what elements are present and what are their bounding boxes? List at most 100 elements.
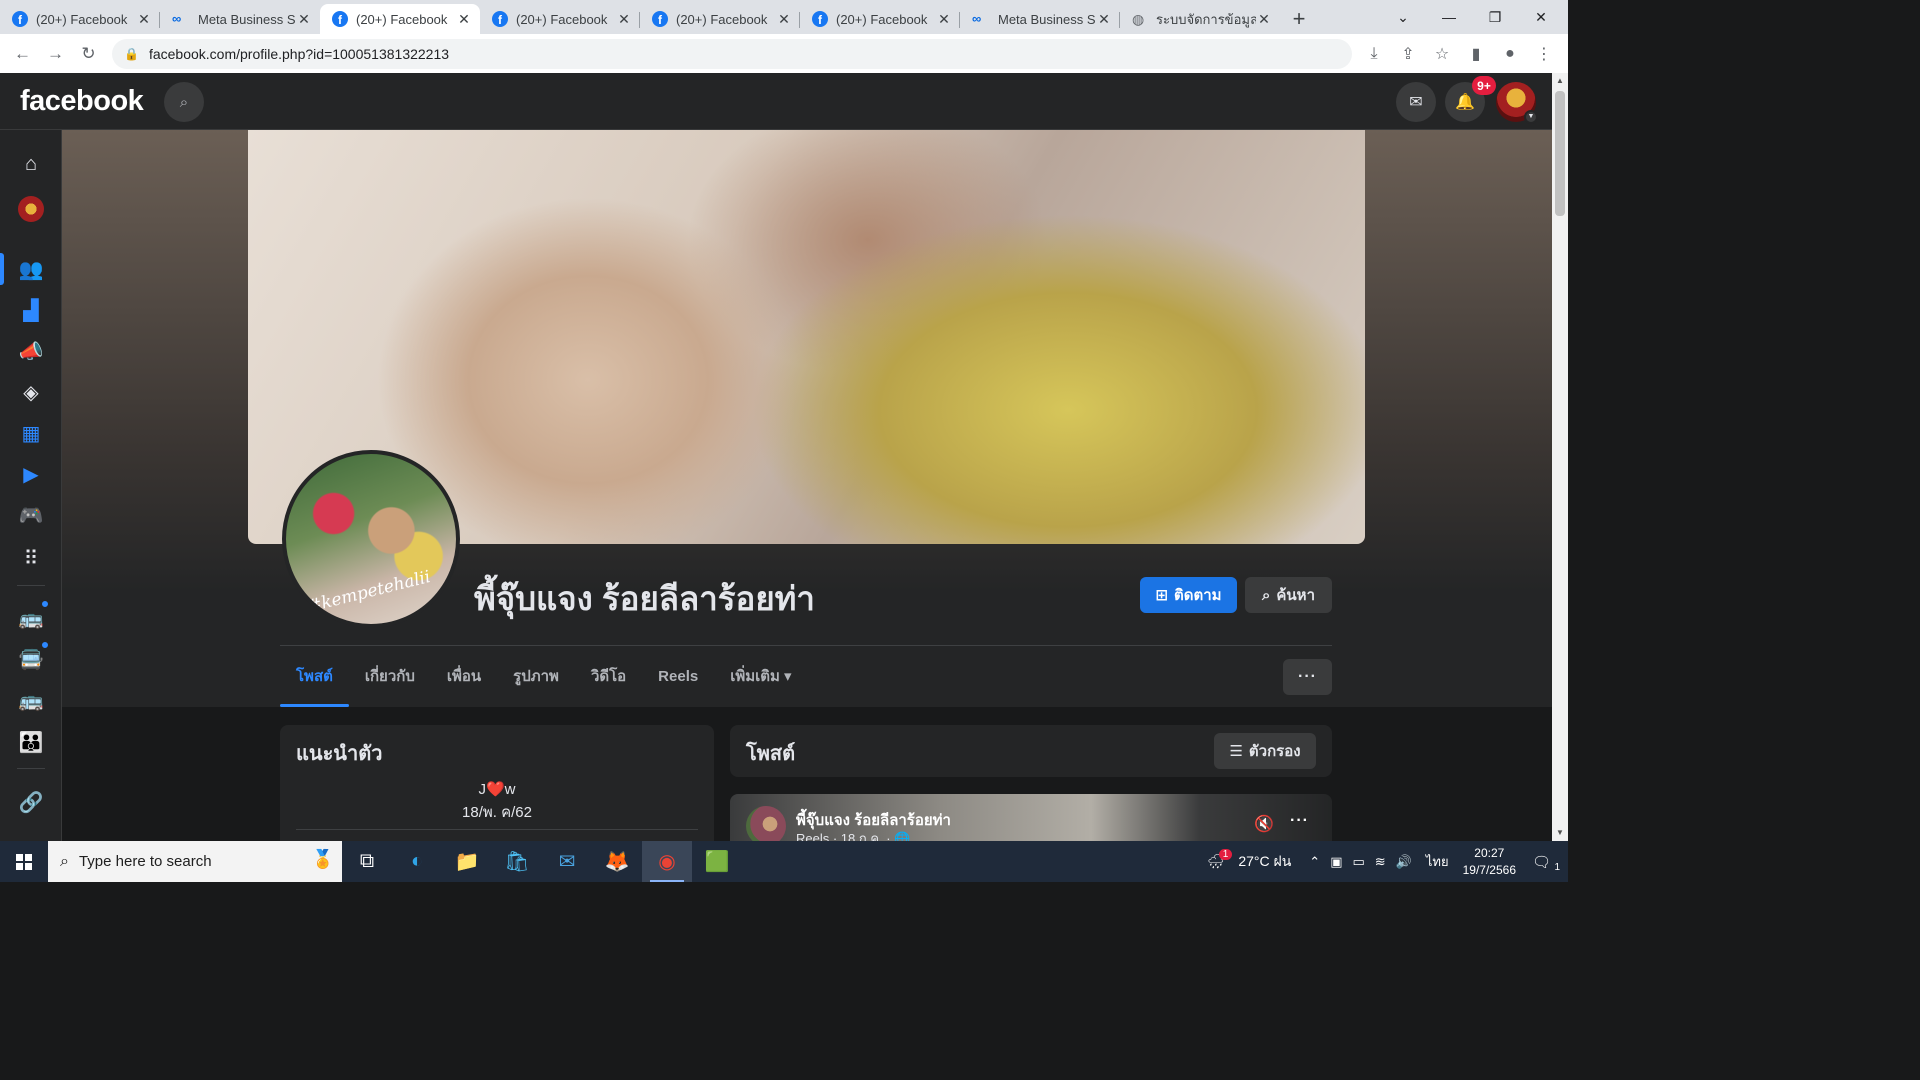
maximize-button[interactable]: ❐ — [1472, 0, 1518, 34]
taskbar-search-box[interactable]: ⌕ Type here to search 🏅 — [48, 841, 342, 882]
tab-friends[interactable]: เพื่อน — [431, 646, 497, 706]
profile-icon[interactable]: ● — [1500, 45, 1520, 63]
wifi-icon[interactable]: ≋ — [1375, 854, 1386, 870]
more-options-button[interactable]: ··· — [1283, 659, 1332, 695]
browser-tab-6[interactable]: f (20+) Facebook ✕ — [800, 4, 960, 34]
scroll-up-arrow[interactable]: ▲ — [1552, 73, 1568, 89]
chrome-icon[interactable]: ◉ — [642, 841, 692, 882]
shortcut-group-3-icon[interactable]: 🚌 — [15, 684, 47, 716]
facebook-logo[interactable]: facebook — [20, 85, 144, 118]
close-icon[interactable]: ✕ — [616, 11, 632, 28]
browser-tab-5[interactable]: f (20+) Facebook ✕ — [640, 4, 800, 34]
video-play-icon[interactable]: ▶ — [15, 458, 47, 490]
install-icon[interactable]: ⤓ — [1364, 45, 1384, 63]
tab-search-icon[interactable]: ⌄ — [1380, 0, 1426, 34]
line-app-icon[interactable]: 🟩 — [692, 841, 742, 882]
start-button[interactable] — [0, 841, 48, 882]
browser-tab-4[interactable]: f (20+) Facebook ✕ — [480, 4, 640, 34]
tab-reels[interactable]: Reels — [642, 646, 714, 706]
megaphone-icon[interactable]: 📣 — [15, 335, 47, 367]
browser-tab-8[interactable]: ◍ ระบบจัดการข้อมูล ✕ — [1120, 4, 1280, 34]
close-icon[interactable]: ✕ — [296, 11, 312, 28]
input-language[interactable]: ไทย — [1426, 851, 1449, 872]
tab-videos[interactable]: วิดีโอ — [575, 646, 642, 706]
apps-grid-icon[interactable]: ⠿ — [15, 542, 47, 574]
scroll-down-arrow[interactable]: ▼ — [1552, 825, 1568, 841]
lock-icon[interactable]: 🔒 — [124, 47, 139, 61]
close-icon[interactable]: ✕ — [456, 11, 472, 28]
minimize-button[interactable]: — — [1426, 0, 1472, 34]
edge-icon[interactable]: ◐ — [392, 841, 442, 882]
firefox-icon[interactable]: 🦊 — [592, 841, 642, 882]
close-icon[interactable]: ✕ — [936, 11, 952, 28]
profile-picture[interactable]: #kempetehalii — [282, 450, 460, 628]
shortcut-group-1-icon[interactable]: 🚌 — [15, 599, 50, 634]
insights-chart-icon[interactable]: ▟ — [15, 294, 47, 326]
profile-tabs: โพสต์ เกี่ยวกับ เพื่อน รูปภาพ วิดีโอ Ree… — [280, 646, 808, 707]
bookmark-star-icon[interactable]: ☆ — [1432, 44, 1452, 64]
page-avatar-icon[interactable] — [15, 193, 47, 225]
store-icon[interactable]: 🛍 — [492, 841, 542, 882]
side-panel-icon[interactable]: ▮ — [1466, 44, 1486, 64]
meet-now-icon[interactable]: ▣ — [1330, 854, 1342, 870]
window-controls: ⌄ — ❐ ✕ — [1380, 0, 1564, 34]
mail-icon[interactable]: ✉ — [542, 841, 592, 882]
link-icon[interactable]: 🔗 — [15, 786, 47, 818]
intro-title: แนะนำตัว — [296, 743, 383, 765]
search-icon: ⌕ — [60, 852, 69, 870]
volume-icon[interactable]: 🔊 — [1396, 854, 1412, 870]
reload-button[interactable]: ↻ — [72, 37, 105, 70]
task-view-icon[interactable]: ⧉ — [342, 841, 392, 882]
clock[interactable]: 20:27 19/7/2566 — [1463, 845, 1516, 879]
close-icon[interactable]: ✕ — [776, 11, 792, 28]
close-window-button[interactable]: ✕ — [1518, 0, 1564, 34]
follow-button[interactable]: ⊞ ติดตาม — [1140, 577, 1237, 613]
post-options-icon[interactable]: ··· — [1290, 812, 1309, 830]
groups-icon[interactable]: 👪 — [15, 726, 47, 758]
reel-post[interactable]: พี้จุ๊บแจง ร้อยลีลาร้อยท่า Reels · 18 ก.… — [730, 794, 1332, 841]
tab-photos[interactable]: รูปภาพ — [497, 646, 575, 706]
battery-icon[interactable]: ▭ — [1352, 854, 1364, 870]
facebook-icon: f — [812, 11, 828, 27]
back-button[interactable]: ← — [6, 37, 39, 70]
notification-center-icon[interactable]: 🗨 1 — [1532, 853, 1562, 873]
new-tab-button[interactable]: + — [1284, 4, 1314, 34]
browser-tab-1[interactable]: f (20+) Facebook ✕ — [0, 4, 160, 34]
search-icon[interactable]: ⌕ — [164, 82, 204, 122]
profile-search-button[interactable]: ⌕ ค้นหา — [1245, 577, 1332, 613]
tab-posts[interactable]: โพสต์ — [280, 646, 349, 707]
mute-icon[interactable]: 🔇 — [1254, 814, 1274, 834]
home-icon[interactable]: ⌂ — [15, 148, 47, 180]
messenger-icon[interactable]: ✉ — [1396, 82, 1436, 122]
cube-icon[interactable]: ◈ — [15, 376, 47, 408]
browser-tab-bar: f (20+) Facebook ✕ ∞ Meta Business Su ✕ … — [0, 0, 1568, 34]
dashboard-icon[interactable]: ▦ — [15, 417, 47, 449]
windows-logo-icon — [16, 853, 32, 870]
bio-line-1: J❤️w — [478, 781, 516, 798]
close-icon[interactable]: ✕ — [1256, 11, 1272, 28]
close-icon[interactable]: ✕ — [136, 11, 152, 28]
browser-tab-7[interactable]: ∞ Meta Business Su ✕ — [960, 4, 1120, 34]
weather-widget[interactable]: 🌧 1 27°C ฝน — [1207, 849, 1291, 873]
menu-kebab-icon[interactable]: ⋮ — [1534, 44, 1554, 64]
filter-button[interactable]: ☰ ตัวกรอง — [1214, 733, 1316, 769]
share-icon[interactable]: ⇪ — [1398, 44, 1418, 64]
post-author-avatar[interactable] — [746, 806, 786, 841]
page-scrollbar[interactable]: ▲ ▼ — [1552, 73, 1568, 841]
forward-button[interactable]: → — [39, 37, 72, 70]
file-explorer-icon[interactable]: 📁 — [442, 841, 492, 882]
chevron-up-icon[interactable]: ⌃ — [1309, 854, 1320, 870]
address-bar[interactable]: 🔒 facebook.com/profile.php?id=1000513813… — [112, 38, 1352, 69]
meta-icon: ∞ — [172, 11, 182, 26]
tab-about[interactable]: เกี่ยวกับ — [349, 646, 431, 706]
windows-taskbar: ⌕ Type here to search 🏅 ⧉ ◐ 📁 🛍 ✉ 🦊 ◉ 🟩 … — [0, 841, 1568, 882]
browser-tab-2[interactable]: ∞ Meta Business Su ✕ — [160, 4, 320, 34]
shortcut-group-2-icon[interactable]: 🚍 — [15, 640, 50, 675]
account-avatar[interactable]: ▼ — [1496, 82, 1538, 124]
scroll-thumb[interactable] — [1555, 91, 1565, 216]
close-icon[interactable]: ✕ — [1096, 11, 1112, 28]
tab-more[interactable]: เพิ่มเติม ▾ — [714, 646, 807, 706]
friends-icon[interactable]: 👥 — [15, 253, 47, 285]
browser-tab-3-active[interactable]: f (20+) Facebook ✕ — [320, 4, 480, 34]
gaming-icon[interactable]: 🎮 — [15, 499, 47, 531]
